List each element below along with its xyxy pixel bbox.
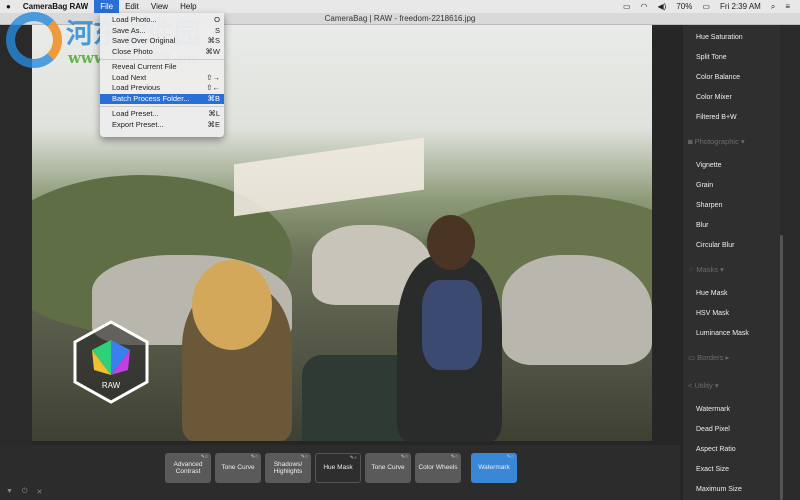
chip-label: Hue Mask <box>323 464 353 472</box>
adjustment-chip-watermark[interactable]: ✎○ Watermark <box>471 453 517 483</box>
battery-percent: 70% <box>676 2 693 11</box>
adjustment-strip: ✎○ Advanced Contrast ✎○ Tone Curve ✎○ Shado… <box>0 445 680 500</box>
section-label: Borders <box>697 353 724 362</box>
menu-help[interactable]: Help <box>174 0 202 13</box>
section-label: Masks <box>696 265 719 274</box>
menu-item-save-over-original[interactable]: Save Over Original ⌘S <box>100 36 224 47</box>
menu-view[interactable]: View <box>145 0 174 13</box>
chip-controls-icon[interactable]: ✎○ <box>301 454 308 462</box>
panel-item[interactable]: Aspect Ratio <box>683 440 780 460</box>
chip-label: Watermark <box>478 464 510 472</box>
panel-edge <box>785 25 800 500</box>
chip-controls-icon[interactable]: ✎○ <box>401 454 408 462</box>
panel-item[interactable]: Sharpen <box>683 196 780 216</box>
section-label: Photographic <box>694 137 739 146</box>
file-menu-dropdown: Load Photo... O Save As... S Save Over Ori… <box>100 13 224 137</box>
panel-item[interactable]: Luminance Mask <box>683 324 780 344</box>
panel-item[interactable]: Circular Blur <box>683 236 780 256</box>
chip-controls-icon[interactable]: ✎○ <box>251 454 258 462</box>
panel-item[interactable]: Color Balance <box>683 68 780 88</box>
panel-item[interactable]: Hue Saturation <box>683 28 780 48</box>
border-icon: ▭ <box>688 353 698 362</box>
menu-separator <box>100 106 224 107</box>
chip-label: Color Wheels <box>418 464 458 472</box>
menu-bar: ● CameraBag RAW File Edit View Help ▭ ◠ … <box>0 0 800 13</box>
section-borders[interactable]: ▭ Borders ▸ <box>683 344 780 372</box>
chip-controls-icon[interactable]: ✎○ <box>350 455 357 463</box>
chip-controls-icon[interactable]: ✎○ <box>201 454 208 462</box>
wifi-icon[interactable]: ◠ <box>641 2 648 11</box>
svg-text:RAW: RAW <box>102 381 121 390</box>
panel-item[interactable]: Vignette <box>683 156 780 176</box>
adjustment-chip[interactable]: ✎○ Advanced Contrast <box>165 453 211 483</box>
camerabag-logo: RAW <box>73 320 149 404</box>
chip-controls-icon[interactable]: ✎○ <box>451 454 458 462</box>
panel-item[interactable]: Filtered B+W <box>683 108 780 128</box>
app-menu[interactable]: CameraBag RAW <box>17 0 94 13</box>
chip-controls-icon[interactable]: ✎○ <box>507 454 514 462</box>
panel-item[interactable]: Exact Size <box>683 460 780 480</box>
collapse-icon[interactable]: ▼ <box>6 488 13 496</box>
chip-label: Tone Curve <box>371 464 405 472</box>
adjustment-chip[interactable]: ✎○ Shadows/ Highlights <box>265 453 311 483</box>
close-icon[interactable]: ✕ <box>36 488 42 496</box>
chip-label: Shadows/ Highlights <box>273 460 303 476</box>
menu-item-load-photo[interactable]: Load Photo... O <box>100 15 224 26</box>
adjustments-panel: Hue Saturation Split Tone Color Balance … <box>683 25 780 500</box>
panel-item[interactable]: Watermark <box>683 400 780 420</box>
list-icon[interactable]: ≡ <box>785 2 790 11</box>
section-label: Utility <box>694 381 713 390</box>
menu-item-reveal-file[interactable]: Reveal Current File <box>100 62 224 73</box>
section-masks[interactable]: ⁘ Masks ▾ <box>683 256 780 284</box>
left-strip <box>0 25 32 445</box>
search-icon[interactable]: ⌕ <box>771 2 775 12</box>
panel-item[interactable]: Blur <box>683 216 780 236</box>
menu-item-close-photo[interactable]: Close Photo ⌘W <box>100 47 224 58</box>
battery-icon[interactable]: ▭ <box>702 2 710 11</box>
menu-file[interactable]: File <box>94 0 120 13</box>
adjustment-chip[interactable]: ✎○ Color Wheels <box>415 453 461 483</box>
volume-icon[interactable]: ◀) <box>658 2 667 11</box>
adjustment-chip[interactable]: ✎○ Tone Curve <box>365 453 411 483</box>
panel-item[interactable]: Color Mixer <box>683 88 780 108</box>
airplay-icon[interactable]: ▭ <box>623 2 631 11</box>
chip-label: Advanced Contrast <box>173 460 203 476</box>
power-icon[interactable]: ⏻ <box>22 488 28 496</box>
menu-edit[interactable]: Edit <box>119 0 145 13</box>
adjustment-chip[interactable]: ✎○ Tone Curve <box>215 453 261 483</box>
section-photographic[interactable]: ◙ Photographic ▾ <box>683 128 780 156</box>
adjustment-chip-selected[interactable]: ✎○ Hue Mask <box>315 453 361 483</box>
camera-icon: ◙ <box>688 137 695 146</box>
clock[interactable]: Fri 2:39 AM <box>720 2 761 11</box>
panel-item[interactable]: Dead Pixel <box>683 420 780 440</box>
panel-item[interactable]: Grain <box>683 176 780 196</box>
menu-item-save-as[interactable]: Save As... S <box>100 26 224 37</box>
menu-item-load-next[interactable]: Load Next ⇧→ <box>100 73 224 84</box>
menu-item-load-previous[interactable]: Load Previous ⇧← <box>100 83 224 94</box>
chip-label: Tone Curve <box>221 464 255 472</box>
panel-item[interactable]: Split Tone <box>683 48 780 68</box>
scrollbar-thumb[interactable] <box>780 235 783 500</box>
menu-separator <box>100 59 224 60</box>
apple-menu-icon[interactable]: ● <box>0 0 17 13</box>
section-utility[interactable]: < Utility ▾ <box>683 372 780 400</box>
panel-item[interactable]: Maximum Size <box>683 480 780 500</box>
panel-item[interactable]: Hue Mask <box>683 284 780 304</box>
menu-item-batch-process[interactable]: Batch Process Folder... ⌘B <box>100 93 224 104</box>
menu-item-export-preset[interactable]: Export Preset... ⌘E <box>100 120 224 131</box>
menu-item-load-preset[interactable]: Load Preset... ⌘L <box>100 109 224 120</box>
panel-item[interactable]: HSV Mask <box>683 304 780 324</box>
canvas-gutter <box>652 25 682 445</box>
